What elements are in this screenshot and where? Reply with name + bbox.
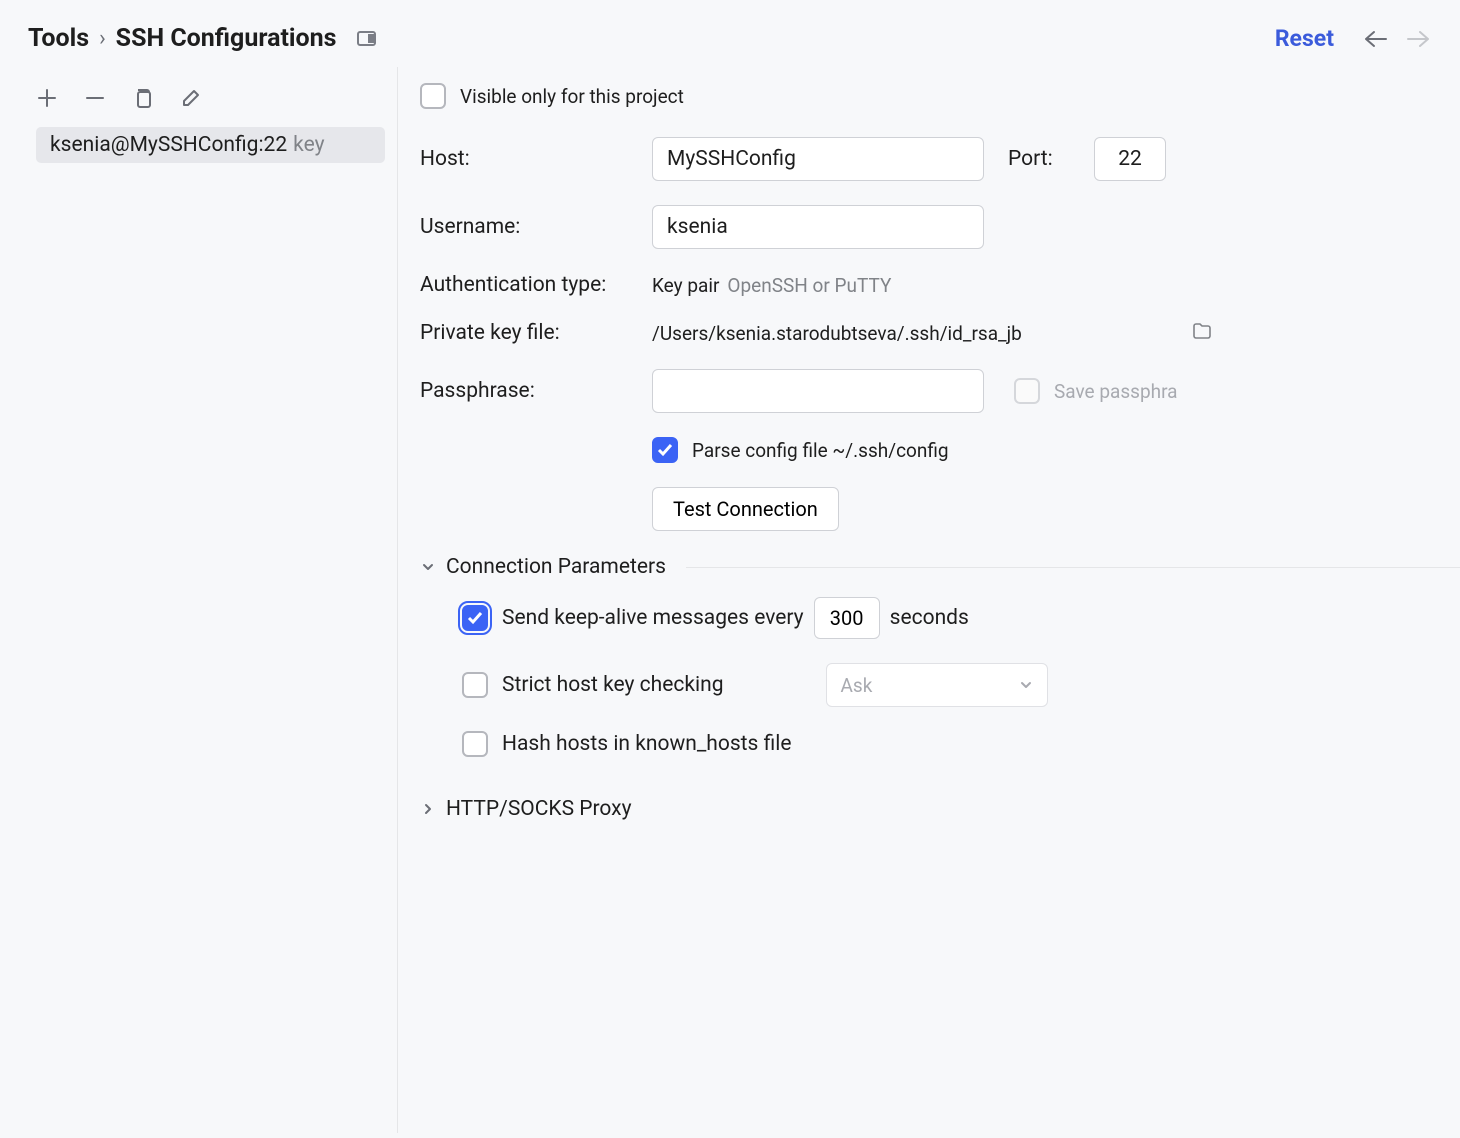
- keep-alive-input[interactable]: [814, 597, 880, 639]
- test-connection-button[interactable]: Test Connection: [652, 487, 839, 531]
- breadcrumb-page: SSH Configurations: [116, 24, 337, 53]
- config-item-label: ksenia@MySSHConfig:22: [50, 133, 287, 157]
- proxy-header[interactable]: HTTP/SOCKS Proxy: [420, 797, 1460, 821]
- keep-alive-label-after: seconds: [890, 606, 969, 630]
- visible-only-label: Visible only for this project: [460, 85, 684, 108]
- breadcrumb: Tools › SSH Configurations: [28, 24, 376, 53]
- add-icon[interactable]: [34, 85, 60, 111]
- form-panel: Visible only for this project Host: Port…: [398, 67, 1460, 1133]
- keep-alive-checkbox[interactable]: [462, 605, 488, 631]
- remove-icon[interactable]: [82, 85, 108, 111]
- chevron-down-icon: [1019, 678, 1033, 692]
- chevron-right-icon: [420, 801, 436, 817]
- edit-icon[interactable]: [178, 85, 204, 111]
- breadcrumb-separator: ›: [99, 26, 106, 51]
- sidebar: ksenia@MySSHConfig:22 key: [0, 67, 398, 1133]
- config-item-suffix: key: [293, 133, 324, 157]
- section-divider: [686, 567, 1460, 568]
- connection-params-header[interactable]: Connection Parameters: [420, 555, 1460, 579]
- auth-type-label: Authentication type:: [420, 273, 652, 297]
- username-input[interactable]: [652, 205, 984, 249]
- host-input[interactable]: [652, 137, 984, 181]
- port-input[interactable]: [1094, 137, 1166, 181]
- auth-type-hint: OpenSSH or PuTTY: [727, 274, 891, 297]
- visible-only-checkbox[interactable]: [420, 83, 446, 109]
- config-list-item[interactable]: ksenia@MySSHConfig:22 key: [36, 127, 385, 163]
- private-key-value: /Users/ksenia.starodubtseva/.ssh/id_rsa_…: [652, 322, 1194, 345]
- auth-type-select[interactable]: Key pair OpenSSH or PuTTY: [652, 274, 1212, 297]
- hash-hosts-checkbox[interactable]: [462, 731, 488, 757]
- strict-host-select-value: Ask: [841, 674, 873, 697]
- parse-config-checkbox[interactable]: [652, 437, 678, 463]
- breadcrumb-root[interactable]: Tools: [28, 24, 89, 53]
- folder-icon[interactable]: [1192, 322, 1212, 345]
- keep-alive-label-before: Send keep-alive messages every: [502, 606, 804, 630]
- passphrase-label: Passphrase:: [420, 379, 652, 403]
- copy-icon[interactable]: [130, 85, 156, 111]
- auth-type-value: Key pair: [652, 274, 719, 297]
- proxy-title: HTTP/SOCKS Proxy: [446, 797, 632, 821]
- private-key-label: Private key file:: [420, 321, 652, 345]
- save-passphrase-label: Save passphra: [1054, 380, 1178, 403]
- strict-host-checkbox[interactable]: [462, 672, 488, 698]
- private-key-input[interactable]: /Users/ksenia.starodubtseva/.ssh/id_rsa_…: [652, 322, 1212, 345]
- save-passphrase-checkbox: [1014, 378, 1040, 404]
- project-scope-icon: [357, 31, 376, 46]
- strict-host-label: Strict host key checking: [502, 673, 724, 697]
- passphrase-input[interactable]: [652, 369, 984, 413]
- reset-button[interactable]: Reset: [1275, 25, 1334, 52]
- connection-params-title: Connection Parameters: [446, 555, 666, 579]
- nav-forward-button: [1406, 29, 1432, 49]
- port-label: Port:: [1008, 147, 1094, 171]
- username-label: Username:: [420, 215, 652, 239]
- nav-back-button[interactable]: [1362, 29, 1388, 49]
- parse-config-label: Parse config file ~/.ssh/config: [692, 439, 949, 462]
- host-label: Host:: [420, 147, 652, 171]
- hash-hosts-label: Hash hosts in known_hosts file: [502, 732, 791, 756]
- chevron-down-icon: [420, 559, 436, 575]
- strict-host-select[interactable]: Ask: [826, 663, 1048, 707]
